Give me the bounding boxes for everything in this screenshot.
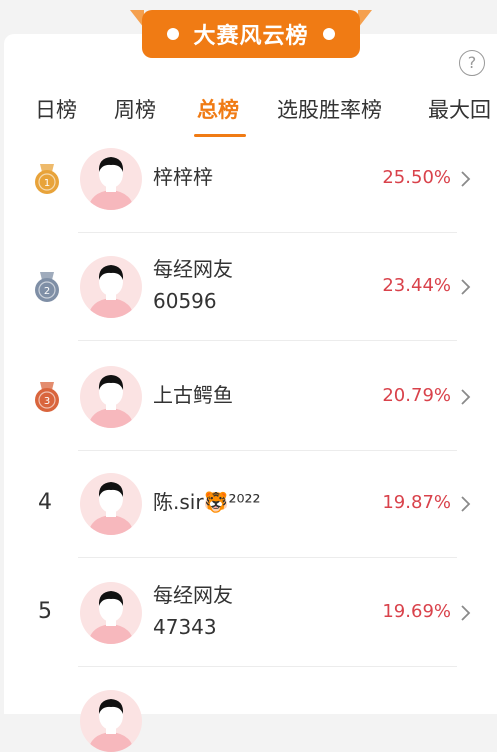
chevron-right-icon[interactable] xyxy=(455,169,475,189)
svg-text:2: 2 xyxy=(44,286,50,297)
avatar[interactable] xyxy=(80,148,142,210)
user-name[interactable]: 上古鳄鱼 xyxy=(153,379,233,411)
banner-dot-right xyxy=(322,28,335,40)
avatar[interactable] xyxy=(80,582,142,644)
banner-dot-left xyxy=(167,28,180,40)
tab-stock-win-rate[interactable]: 选股胜率榜 xyxy=(277,94,382,124)
tab-overall[interactable]: 总榜 xyxy=(197,94,239,124)
tab-max-drawdown[interactable]: 最大回 xyxy=(428,94,491,124)
user-name-line1: 每经网友 xyxy=(153,257,233,281)
chevron-right-icon[interactable] xyxy=(455,603,475,623)
chevron-right-icon[interactable] xyxy=(455,277,475,297)
ranking-row[interactable]: 3 上古鳄鱼 20.79% xyxy=(0,343,497,451)
ranking-row[interactable]: 1 梓梓梓 25.50% xyxy=(0,125,497,233)
return-percent: 19.87% xyxy=(382,492,451,513)
user-name-line1: 梓梓梓 xyxy=(153,165,213,189)
ranking-row[interactable]: 2 每经网友 60596 23.44% xyxy=(0,233,497,341)
avatar[interactable] xyxy=(80,473,142,535)
avatar xyxy=(80,690,142,752)
tab-weekly[interactable]: 周榜 xyxy=(114,94,156,124)
leaderboard-banner: 大赛风云榜 xyxy=(142,10,360,58)
svg-text:3: 3 xyxy=(44,396,50,407)
user-name[interactable]: 每经网友 47343 xyxy=(153,579,233,643)
user-name-line2: 47343 xyxy=(153,615,217,639)
medal-gold-icon: 1 xyxy=(30,162,64,196)
user-name[interactable]: 每经网友 60596 xyxy=(153,253,233,317)
banner-wing-right xyxy=(358,10,372,28)
user-name[interactable]: 陈.sir🐯²⁰²² xyxy=(153,486,261,518)
avatar[interactable] xyxy=(80,256,142,318)
return-percent: 23.44% xyxy=(382,275,451,296)
row-divider xyxy=(78,340,457,341)
row-divider xyxy=(78,557,457,558)
rank-number: 5 xyxy=(38,599,52,624)
ranking-row[interactable]: 4 陈.sir🐯²⁰²² 19.87% xyxy=(0,450,497,558)
rank-number: 4 xyxy=(38,490,52,515)
help-icon[interactable]: ? xyxy=(459,50,485,76)
medal-bronze-icon: 3 xyxy=(30,380,64,414)
return-percent: 19.69% xyxy=(382,601,451,622)
chevron-right-icon[interactable] xyxy=(455,494,475,514)
return-percent: 25.50% xyxy=(382,167,451,188)
chevron-right-icon[interactable] xyxy=(455,387,475,407)
avatar[interactable] xyxy=(80,366,142,428)
user-name-line2: 60596 xyxy=(153,289,217,313)
medal-silver-icon: 2 xyxy=(30,270,64,304)
page-title: 大赛风云榜 xyxy=(193,24,309,49)
user-name-line1: 陈.sir🐯²⁰²² xyxy=(153,490,261,514)
svg-text:1: 1 xyxy=(44,178,50,189)
user-name[interactable]: 梓梓梓 xyxy=(153,161,213,193)
user-name-line1: 每经网友 xyxy=(153,583,233,607)
row-divider xyxy=(78,666,457,667)
tab-daily[interactable]: 日榜 xyxy=(35,94,77,124)
user-name-line1: 上古鳄鱼 xyxy=(153,383,233,407)
ranking-row[interactable]: 5 每经网友 47343 19.69% xyxy=(0,559,497,667)
return-percent: 20.79% xyxy=(382,385,451,406)
